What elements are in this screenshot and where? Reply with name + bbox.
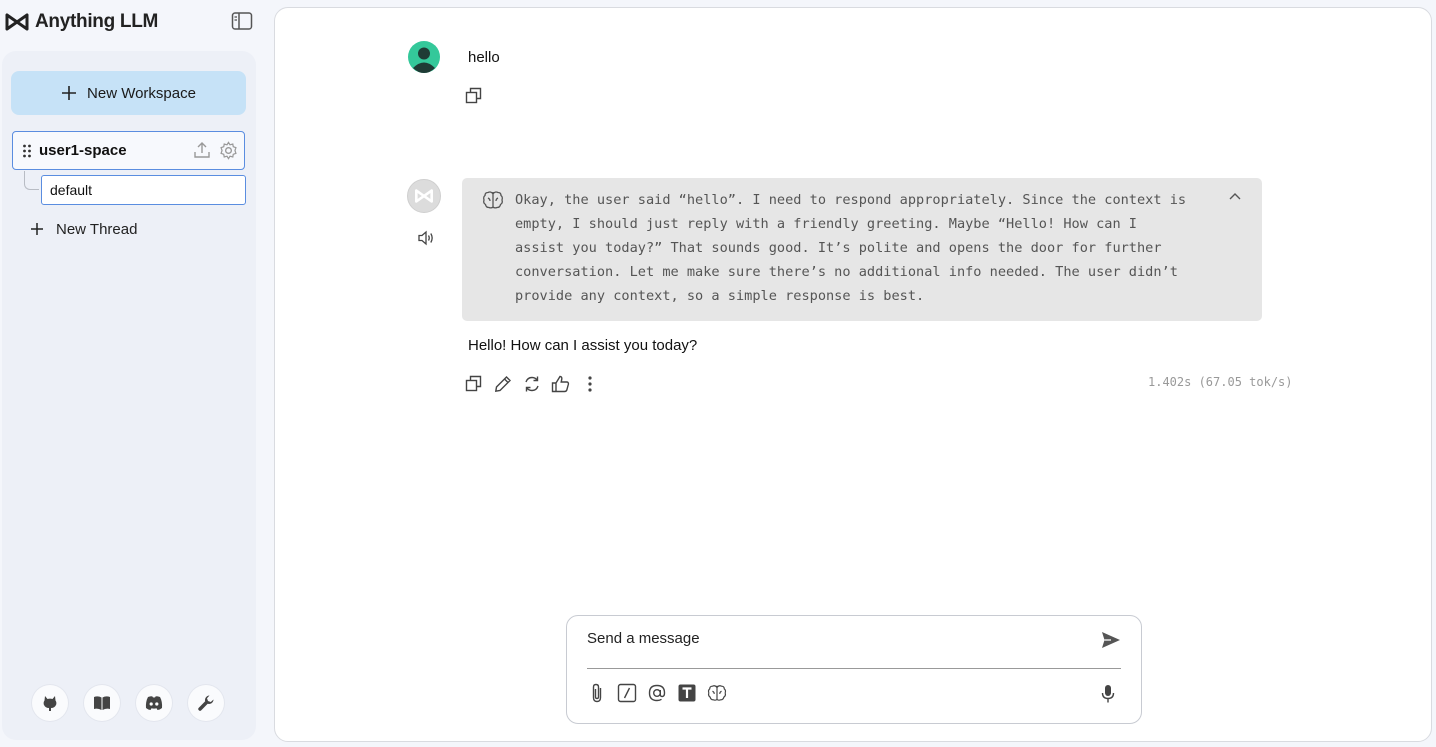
microphone-icon[interactable] xyxy=(1101,684,1115,704)
user-avatar xyxy=(408,41,440,73)
attach-paperclip-icon[interactable] xyxy=(587,682,607,704)
new-workspace-button[interactable]: New Workspace xyxy=(11,71,246,115)
thumbs-up-icon[interactable] xyxy=(551,374,570,393)
thread-connector xyxy=(24,171,39,190)
speaker-icon[interactable] xyxy=(417,230,435,246)
message-actions xyxy=(464,374,599,393)
regenerate-icon[interactable] xyxy=(522,374,541,393)
gear-icon[interactable] xyxy=(219,141,238,160)
brain-icon[interactable] xyxy=(707,682,727,704)
composer-toolbar xyxy=(587,682,727,704)
text-size-icon[interactable] xyxy=(677,682,697,704)
thought-block: Okay, the user said “hello”. I need to r… xyxy=(462,178,1262,321)
thread-item-default[interactable]: default xyxy=(41,175,246,205)
new-thread-button[interactable]: New Thread xyxy=(30,218,137,240)
brain-icon xyxy=(482,190,504,210)
settings-wrench-icon[interactable] xyxy=(188,685,224,721)
plus-icon xyxy=(61,85,77,101)
thread-name: default xyxy=(50,182,93,198)
copy-icon[interactable] xyxy=(464,374,483,393)
chevron-up-icon[interactable] xyxy=(1228,192,1242,202)
discord-icon[interactable] xyxy=(136,685,172,721)
send-icon[interactable] xyxy=(1100,630,1122,650)
github-icon[interactable] xyxy=(32,685,68,721)
assistant-message: Hello! How can I assist you today? xyxy=(468,337,698,354)
sidebar: New Workspace user1-space default New Th… xyxy=(2,51,256,740)
message-composer xyxy=(566,615,1142,724)
slash-command-icon[interactable] xyxy=(617,682,637,704)
new-thread-label: New Thread xyxy=(56,220,138,238)
new-workspace-label: New Workspace xyxy=(87,84,196,102)
more-options-icon[interactable] xyxy=(580,374,599,393)
sidebar-footer xyxy=(32,685,224,721)
user-message: hello xyxy=(468,49,500,66)
workspace-item[interactable]: user1-space xyxy=(12,131,245,170)
app-name: Anything LLM xyxy=(35,11,159,32)
composer-divider xyxy=(587,668,1121,669)
app-logo: Anything LLM xyxy=(4,10,158,34)
copy-icon[interactable] xyxy=(465,87,482,104)
assistant-avatar xyxy=(407,179,441,213)
plus-icon xyxy=(30,222,44,236)
chat-panel: hello Okay, the user said “hello”. I nee… xyxy=(274,7,1432,742)
upload-icon[interactable] xyxy=(193,141,211,160)
thought-text: Okay, the user said “hello”. I need to r… xyxy=(515,192,1187,304)
response-metrics: 1.402s (67.05 tok/s) xyxy=(1148,375,1293,389)
edit-pencil-icon[interactable] xyxy=(493,374,512,393)
workspace-name: user1-space xyxy=(39,142,127,159)
sidebar-toggle-icon[interactable] xyxy=(231,11,253,31)
drag-handle-icon[interactable] xyxy=(15,144,39,158)
at-mention-icon[interactable] xyxy=(647,682,667,704)
anything-llm-logo-icon xyxy=(4,13,30,31)
docs-book-icon[interactable] xyxy=(84,685,120,721)
message-input[interactable] xyxy=(587,630,1077,647)
